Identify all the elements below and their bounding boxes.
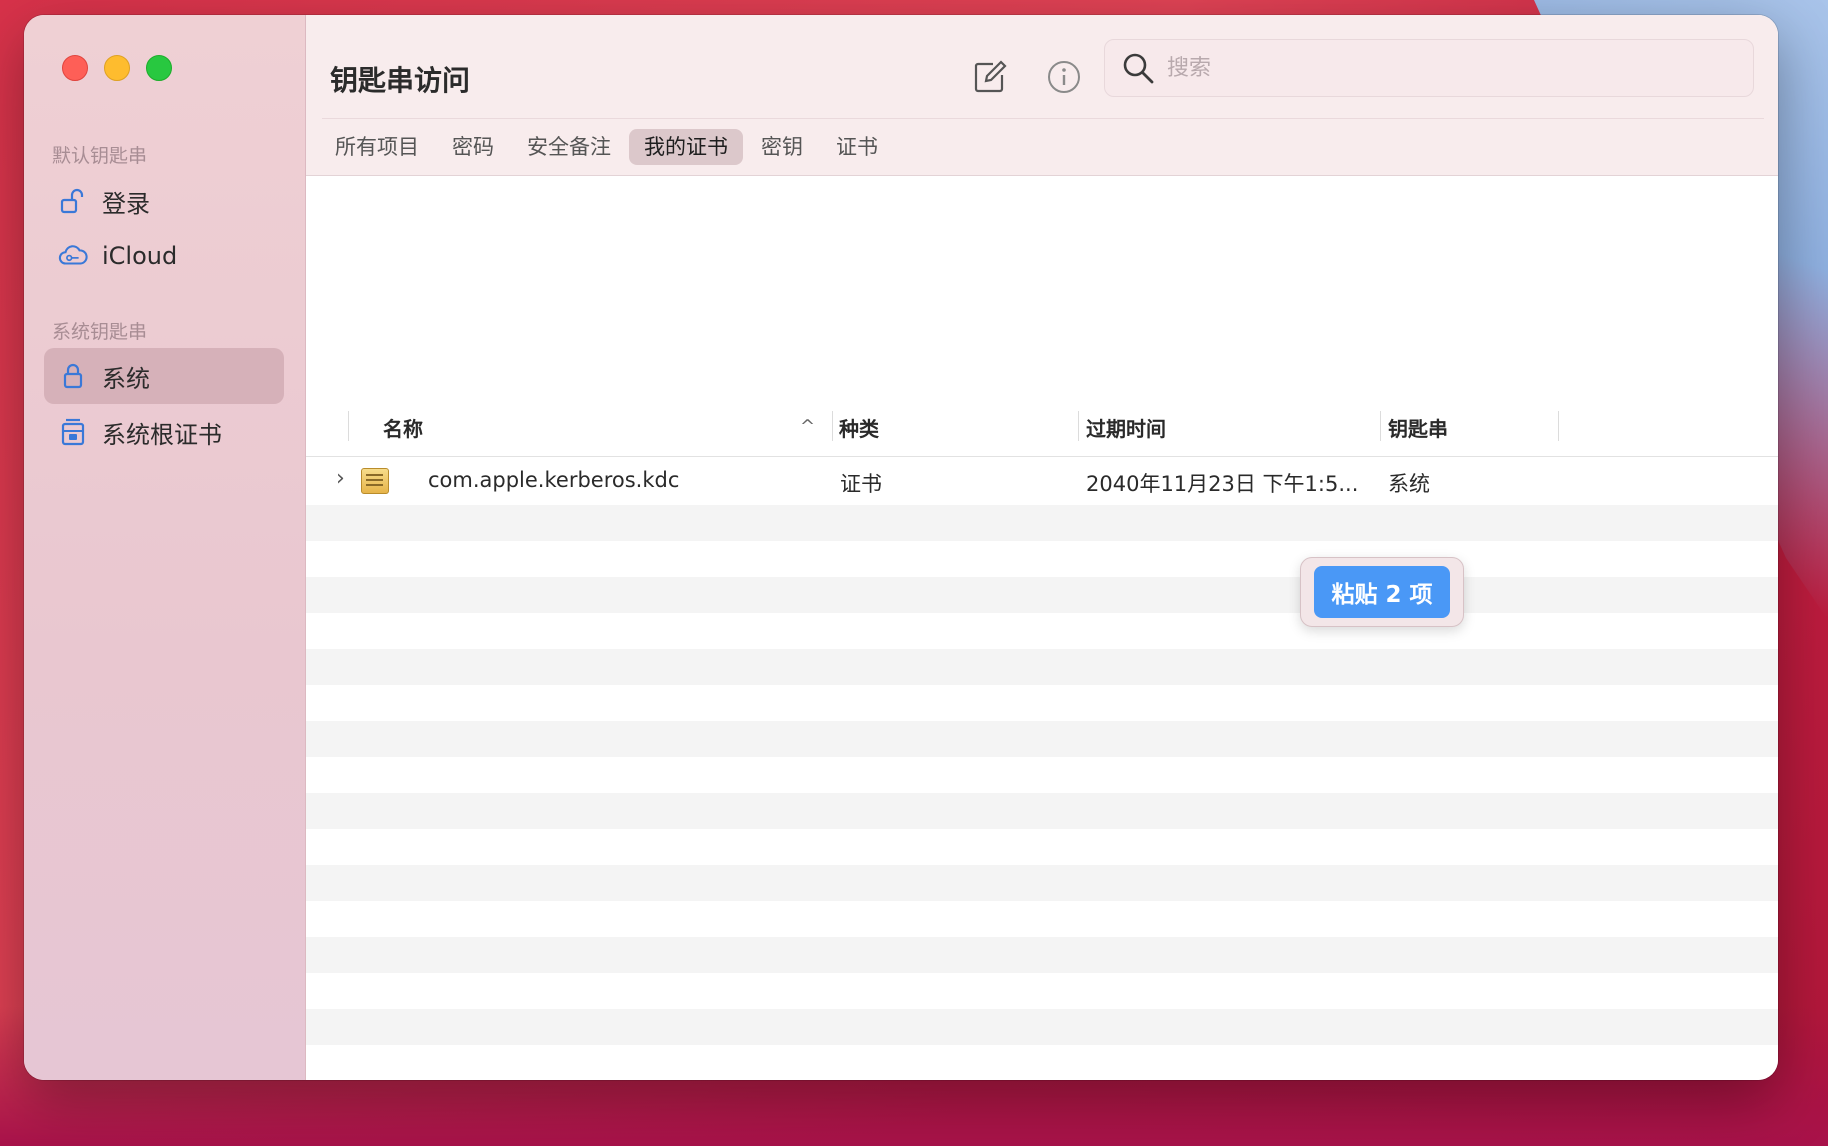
empty-row xyxy=(306,721,1778,757)
window-controls xyxy=(62,55,172,81)
disclosure-chevron-icon[interactable]: › xyxy=(336,466,345,491)
empty-row xyxy=(306,505,1778,541)
empty-row xyxy=(306,613,1778,649)
certificate-icon xyxy=(361,468,389,494)
sidebar: 默认钥匙串 登录 iCloud 系统钥匙串 系统 系统根证书 xyxy=(24,15,306,1080)
tab-my-certificates[interactable]: 我的证书 xyxy=(629,129,743,165)
tab-secure-notes[interactable]: 安全备注 xyxy=(512,129,626,165)
cell-kind: 证书 xyxy=(840,472,882,496)
empty-row xyxy=(306,577,1778,613)
empty-row xyxy=(306,937,1778,973)
table-header: 名称 ^ 种类 过期时间 钥匙串 xyxy=(306,396,1778,457)
sort-ascending-icon[interactable]: ^ xyxy=(800,416,815,437)
cell-name: com.apple.kerberos.kdc xyxy=(428,468,680,492)
window-title: 钥匙串访问 xyxy=(330,64,471,97)
empty-row xyxy=(306,973,1778,1009)
search-icon xyxy=(1121,51,1155,85)
sidebar-item-label: iCloud xyxy=(102,242,178,270)
sidebar-item-system[interactable]: 系统 xyxy=(44,348,284,404)
empty-row xyxy=(306,793,1778,829)
column-header-keychain[interactable]: 钥匙串 xyxy=(1388,413,1448,442)
drag-paste-label: 粘贴 2 项 xyxy=(1314,566,1450,618)
unlocked-lock-icon xyxy=(58,186,88,216)
sidebar-item-login[interactable]: 登录 xyxy=(44,173,284,229)
empty-row xyxy=(306,901,1778,937)
table-body: › com.apple.kerberos.kdc 证书 2040年11月23日 … xyxy=(306,457,1778,1080)
empty-row xyxy=(306,685,1778,721)
info-button[interactable] xyxy=(1044,59,1084,99)
search-field[interactable] xyxy=(1104,39,1754,97)
column-header-kind[interactable]: 种类 xyxy=(839,413,879,442)
compose-icon xyxy=(972,59,1008,99)
tab-keys[interactable]: 密钥 xyxy=(746,129,818,165)
category-tabs: 所有项目 密码 安全备注 我的证书 密钥 证书 xyxy=(320,129,896,165)
sidebar-item-label: 登录 xyxy=(102,189,150,218)
sidebar-item-icloud[interactable]: iCloud xyxy=(44,228,284,284)
tab-passwords[interactable]: 密码 xyxy=(437,129,509,165)
lock-icon xyxy=(58,361,88,391)
column-header-expires[interactable]: 过期时间 xyxy=(1086,413,1166,442)
sidebar-section-default: 默认钥匙串 xyxy=(52,145,148,167)
keychain-window: 默认钥匙串 登录 iCloud 系统钥匙串 系统 系统根证书 钥匙串访问 搜索 … xyxy=(24,15,1778,1080)
empty-row xyxy=(306,865,1778,901)
icloud-icon xyxy=(58,241,88,271)
column-separator xyxy=(348,411,349,441)
column-header-name[interactable]: 名称 xyxy=(383,413,423,442)
empty-row xyxy=(306,1045,1778,1080)
drag-paste-badge: 粘贴 2 项 xyxy=(1300,557,1464,627)
cell-expires: 2040年11月23日 下午1:5... xyxy=(1086,472,1359,496)
tab-certificates[interactable]: 证书 xyxy=(821,129,893,165)
search-input[interactable] xyxy=(1165,54,1729,82)
maximize-button[interactable] xyxy=(146,55,172,81)
column-separator[interactable] xyxy=(1078,411,1079,441)
sidebar-item-label: 系统根证书 xyxy=(102,420,222,449)
toolbar: 钥匙串访问 所有项目 密码 安全备注 xyxy=(306,15,1778,176)
column-separator[interactable] xyxy=(1558,411,1559,441)
main-pane: 钥匙串访问 所有项目 密码 安全备注 xyxy=(306,15,1778,1080)
empty-row xyxy=(306,757,1778,793)
close-button[interactable] xyxy=(62,55,88,81)
column-separator[interactable] xyxy=(1380,411,1381,441)
empty-row xyxy=(306,649,1778,685)
column-separator[interactable] xyxy=(832,411,833,441)
sidebar-item-label: 系统 xyxy=(102,364,150,393)
toolbar-divider xyxy=(322,118,1764,119)
empty-row xyxy=(306,1009,1778,1045)
empty-row xyxy=(306,829,1778,865)
new-item-button[interactable] xyxy=(970,59,1010,99)
cabinet-icon xyxy=(58,417,88,447)
empty-row xyxy=(306,541,1778,577)
table-row[interactable]: › com.apple.kerberos.kdc 证书 2040年11月23日 … xyxy=(306,457,1778,505)
sidebar-item-system-roots[interactable]: 系统根证书 xyxy=(44,404,284,460)
sidebar-section-system: 系统钥匙串 xyxy=(52,321,148,343)
tab-all-items[interactable]: 所有项目 xyxy=(320,129,434,165)
cell-keychain: 系统 xyxy=(1388,472,1430,496)
info-icon xyxy=(1046,59,1082,99)
minimize-button[interactable] xyxy=(104,55,130,81)
